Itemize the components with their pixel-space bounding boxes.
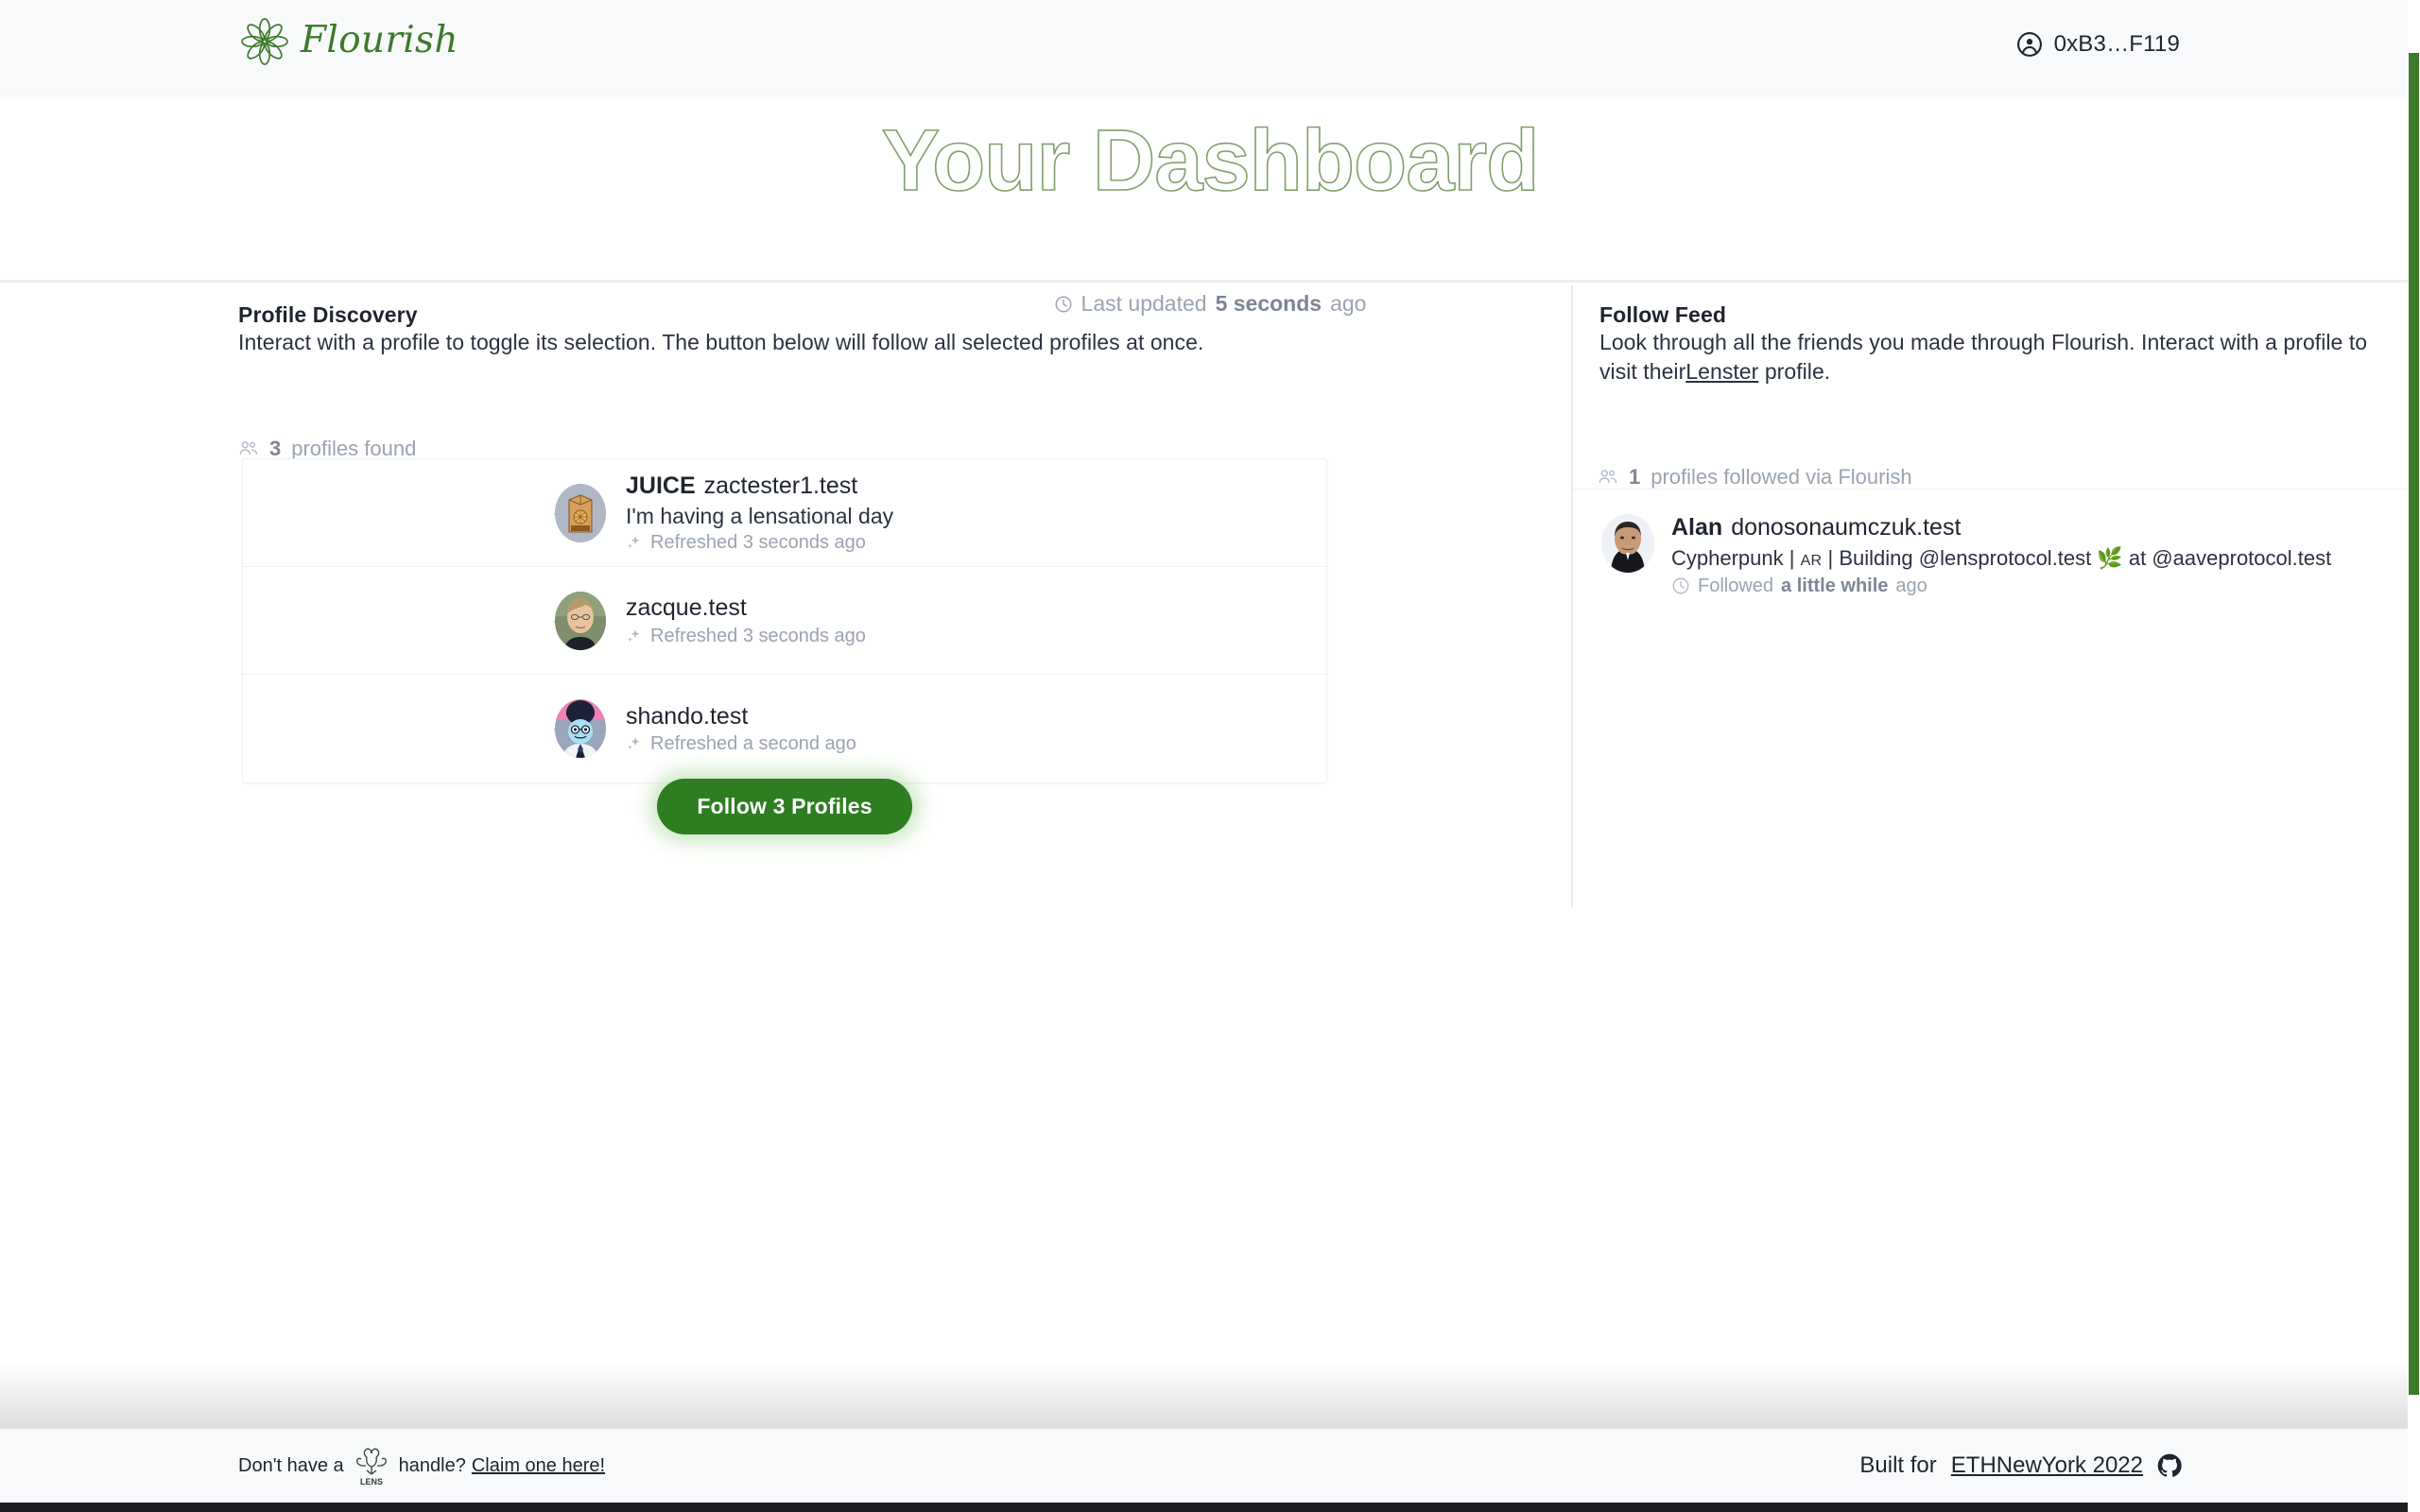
- feed-description-part2: profile.: [1758, 358, 1831, 384]
- discovery-description: Interact with a profile to toggle its se…: [238, 330, 1204, 354]
- profile-discovery-panel: Profile Discovery Interact with a profil…: [0, 285, 1571, 1363]
- profiles-followed-counter: 1 profiles followed via Flourish: [1598, 465, 1912, 490]
- follow-button-container: Follow 3 Profiles: [242, 779, 1327, 834]
- footer-credit: Built for ETHNewYork 2022: [1859, 1452, 2182, 1479]
- feed-row[interactable]: Alan donosonaumczuk.test Cypherpunk | AR …: [1573, 490, 2420, 621]
- brand-name: Flourish: [301, 18, 458, 61]
- feed-followed-suffix: ago: [1895, 576, 1927, 597]
- lenster-link[interactable]: Lenster: [1685, 359, 1758, 384]
- sparkle-icon: [626, 534, 643, 551]
- profile-refreshed-text: Refreshed 3 seconds ago: [650, 532, 866, 554]
- feed-bio-post: | Building @lensprotocol.test 🌿 at @aave…: [1822, 545, 2332, 570]
- ethnewyork-link[interactable]: ETHNewYork 2022: [1951, 1452, 2143, 1479]
- page-footer: Don't have a LENS handle? Claim one here…: [0, 1429, 2420, 1503]
- top-navigation-bar: Flourish 0xB3…F119: [0, 0, 2420, 94]
- feed-followed-status: Followed a little while ago: [1671, 576, 2331, 596]
- profiles-followed-label: profiles followed via Flourish: [1651, 465, 1912, 489]
- hero-section: Your Dashboard Last updated 5 seconds ag…: [0, 94, 2420, 315]
- svg-text:LENS: LENS: [360, 1477, 383, 1486]
- clock-icon: [1671, 576, 1690, 595]
- profile-refreshed: Refreshed 3 seconds ago: [626, 532, 893, 553]
- feed-bio-smallcaps: AR: [1800, 552, 1823, 569]
- footer-fade-gradient: [0, 1361, 2420, 1438]
- page-title: Your Dashboard: [881, 112, 1540, 210]
- profiles-followed-count: 1: [1629, 465, 1641, 489]
- profile-handle: shando.test: [626, 702, 749, 730]
- lens-logo-icon: LENS: [355, 1446, 388, 1486]
- profile-name-line: JUICE zactester1.test: [626, 472, 893, 500]
- follow-feed-panel: Follow Feed Look through all the friends…: [1571, 285, 2420, 1363]
- feed-description: Look through all the friends you made th…: [1599, 328, 2392, 386]
- avatar: [555, 483, 606, 542]
- sparkle-icon: [626, 627, 643, 644]
- github-icon[interactable]: [2157, 1453, 2182, 1478]
- profile-display-name: JUICE: [626, 472, 696, 499]
- feed-name-line: Alan donosonaumczuk.test: [1671, 514, 2331, 541]
- users-icon: [238, 438, 259, 459]
- profile-handle: zacque.test: [626, 594, 747, 622]
- profile-list-card: JUICE zactester1.test I'm having a lensat…: [242, 458, 1327, 783]
- page-scrollbar[interactable]: [2408, 0, 2420, 1512]
- feed-title: Follow Feed: [1599, 302, 1726, 327]
- claim-handle-link[interactable]: Claim one here!: [472, 1455, 605, 1477]
- footer-left-text-2: handle?: [398, 1454, 466, 1476]
- footer-bottom-bar: [0, 1503, 2420, 1512]
- scrollbar-thumb[interactable]: [2409, 53, 2419, 1395]
- feed-followed-value: a little while: [1781, 576, 1889, 597]
- sparkle-icon: [626, 735, 643, 752]
- feed-info: Alan donosonaumczuk.test Cypherpunk | AR …: [1671, 514, 2331, 596]
- flower-logo-icon: [238, 15, 291, 68]
- feed-header: Follow Feed Look through all the friends…: [1599, 302, 2392, 386]
- discovery-header: Profile Discovery Interact with a profil…: [238, 302, 1297, 357]
- profile-row[interactable]: shando.test Refreshed a second ago: [243, 675, 1326, 782]
- profile-refreshed: Refreshed 3 seconds ago: [626, 626, 866, 646]
- profile-name-line: zacque.test: [626, 594, 866, 622]
- profile-info: shando.test Refreshed a second ago: [626, 703, 856, 755]
- footer-lens-cta: Don't have a LENS handle? Claim one here…: [238, 1446, 605, 1486]
- avatar: [555, 591, 606, 650]
- follow-profiles-button[interactable]: Follow 3 Profiles: [657, 779, 912, 834]
- wallet-address: 0xB3…F119: [2053, 31, 2180, 57]
- app-root: Flourish 0xB3…F119 Your Dashboard Last u…: [0, 0, 2420, 1512]
- feed-followed-prefix: Followed: [1698, 576, 1774, 597]
- feed-display-name: Alan: [1671, 514, 1723, 541]
- profile-bio: I'm having a lensational day: [626, 503, 894, 528]
- brand-logo-link[interactable]: Flourish: [238, 15, 458, 68]
- profile-info: zacque.test Refreshed 3 seconds ago: [626, 594, 866, 646]
- profile-name-line: shando.test: [626, 703, 856, 730]
- profile-refreshed: Refreshed a second ago: [626, 733, 856, 754]
- feed-list: Alan donosonaumczuk.test Cypherpunk | AR …: [1573, 489, 2420, 621]
- profile-info: JUICE zactester1.test I'm having a lensat…: [626, 472, 893, 553]
- account-circle-icon: [2016, 31, 2043, 58]
- feed-bio-pre: Cypherpunk |: [1671, 545, 1801, 570]
- profile-handle: zactester1.test: [703, 472, 858, 499]
- profile-refreshed-text: Refreshed 3 seconds ago: [650, 625, 866, 646]
- feed-bio: Cypherpunk | AR | Building @lensprotocol…: [1671, 546, 2331, 571]
- footer-right-text: Built for: [1859, 1452, 1937, 1478]
- wallet-button[interactable]: 0xB3…F119: [2016, 31, 2180, 58]
- avatar: [555, 699, 606, 758]
- profile-row[interactable]: JUICE zactester1.test I'm having a lensat…: [243, 459, 1326, 567]
- avatar: [1601, 514, 1654, 573]
- users-icon: [1598, 467, 1618, 488]
- footer-left-text-1: Don't have a: [238, 1454, 344, 1476]
- profile-refreshed-text: Refreshed a second ago: [650, 733, 856, 755]
- feed-handle: donosonaumczuk.test: [1731, 514, 1962, 541]
- profile-row[interactable]: zacque.test Refreshed 3 seconds ago: [243, 567, 1326, 675]
- discovery-title: Profile Discovery: [238, 302, 418, 327]
- main-content: Profile Discovery Interact with a profil…: [0, 285, 2420, 1363]
